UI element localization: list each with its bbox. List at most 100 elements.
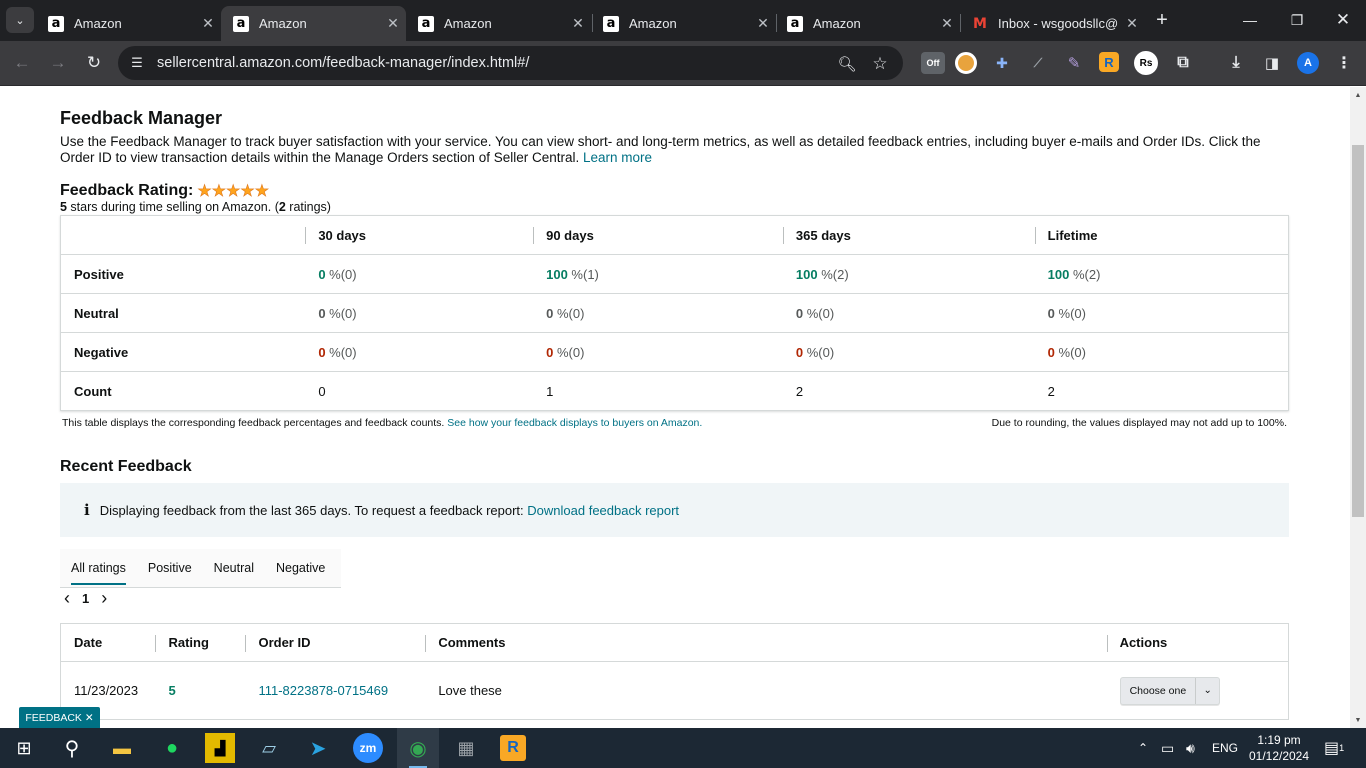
- close-tab-icon[interactable]: ✕: [1119, 15, 1145, 32]
- order-id-link[interactable]: 111-8223878-0715469: [258, 683, 388, 698]
- browser-tab[interactable]: a Amazon ✕: [36, 6, 221, 41]
- profile-avatar[interactable]: A: [1297, 52, 1319, 74]
- show-hidden-icons[interactable]: ⌃: [1138, 728, 1148, 768]
- zoom-icon[interactable]: 🔍︎: [837, 54, 857, 74]
- close-tab-icon[interactable]: ✕: [750, 15, 776, 32]
- tab-positive[interactable]: Positive: [137, 549, 203, 588]
- next-page-button[interactable]: ›: [101, 588, 107, 609]
- close-tab-icon[interactable]: ✕: [565, 15, 591, 32]
- close-window-icon[interactable]: ✕: [1331, 8, 1355, 32]
- extension-feather-icon[interactable]: ✎: [1063, 52, 1085, 74]
- intro-paragraph: Use the Feedback Manager to track buyer …: [60, 134, 1295, 166]
- windows-start-icon[interactable]: ⊞: [9, 733, 39, 763]
- tab-all-ratings[interactable]: All ratings: [60, 549, 137, 588]
- metrics-cell: 100 %(1): [533, 254, 783, 294]
- col-header-date[interactable]: Date: [60, 623, 156, 662]
- volume-icon[interactable]: 🔊︎: [1186, 728, 1195, 768]
- extension-rs-icon[interactable]: Rs: [1134, 51, 1158, 75]
- feedback-widget-button[interactable]: FEEDBACK ✕: [19, 707, 100, 728]
- extension-orange-icon[interactable]: [955, 52, 977, 74]
- telegram-icon[interactable]: ➤: [303, 733, 333, 763]
- browser-tab[interactable]: a Amazon ✕: [775, 6, 960, 41]
- extensions-puzzle-icon[interactable]: ⧉: [1172, 52, 1194, 74]
- extension-off-icon[interactable]: Off: [921, 52, 945, 74]
- extension-r-icon[interactable]: R: [1099, 52, 1119, 72]
- amazon-favicon-icon: a: [787, 15, 803, 32]
- r-app-icon[interactable]: R: [500, 735, 526, 761]
- metrics-cell: 0 %(0): [305, 293, 534, 333]
- rating-stars-value: 5: [60, 200, 67, 214]
- bookmark-star-icon[interactable]: ☆: [870, 54, 890, 74]
- browser-tab[interactable]: a Amazon ✕: [406, 6, 591, 41]
- feedback-rating-heading: Feedback Rating: ★★★★★: [60, 181, 269, 201]
- chrome-icon[interactable]: ◉: [403, 733, 433, 763]
- col-header-order-id[interactable]: Order ID: [245, 623, 426, 662]
- prev-page-button[interactable]: ‹: [64, 588, 70, 609]
- learn-more-link[interactable]: Learn more: [583, 150, 652, 165]
- metrics-note: This table displays the corresponding fe…: [62, 417, 702, 429]
- zoom-app-icon[interactable]: zm: [353, 733, 383, 763]
- browser-tab[interactable]: M Inbox - wsgoodsllc@ ✕: [960, 6, 1145, 41]
- download-icon[interactable]: ⤓: [1225, 52, 1247, 74]
- side-panel-icon[interactable]: ◨: [1261, 52, 1283, 74]
- tab-title: Amazon: [629, 16, 677, 31]
- buyer-display-link[interactable]: See how your feedback displays to buyers…: [447, 417, 702, 429]
- metrics-header-row: 30 days 90 days 365 days Lifetime: [60, 215, 1289, 255]
- metrics-cell: 0 %(0): [1034, 293, 1289, 333]
- col-header-actions: Actions: [1106, 623, 1289, 662]
- extension-puzzle-blue-icon[interactable]: ✚: [991, 52, 1013, 74]
- forward-icon[interactable]: →: [45, 50, 71, 76]
- back-icon[interactable]: ←: [9, 50, 35, 76]
- tab-negative[interactable]: Negative: [265, 549, 336, 588]
- download-report-link[interactable]: Download feedback report: [527, 503, 679, 518]
- amazon-favicon-icon: a: [233, 15, 249, 32]
- restore-icon[interactable]: ❐: [1285, 8, 1309, 32]
- sticky-notes-icon[interactable]: ▟: [205, 733, 235, 763]
- browser-menu-icon[interactable]: ⋮: [1333, 52, 1355, 74]
- metrics-cell: 100 %(2): [782, 254, 1035, 294]
- rating-summary-end: ratings): [285, 200, 331, 214]
- minimize-icon[interactable]: —: [1238, 8, 1262, 32]
- info-icon: i: [84, 501, 90, 519]
- language-indicator[interactable]: ENG: [1212, 728, 1238, 768]
- scroll-down-arrow-icon[interactable]: ▼: [1350, 712, 1366, 728]
- reload-icon[interactable]: ↻: [81, 50, 107, 76]
- tab-search-button[interactable]: ⌄: [6, 7, 34, 33]
- feedback-rating: 5: [155, 661, 246, 720]
- tab-title: Amazon: [444, 16, 492, 31]
- tab-title: Inbox - wsgoodsllc@: [998, 16, 1119, 31]
- file-explorer-icon[interactable]: ▬: [107, 733, 137, 763]
- notepad-icon[interactable]: ▱: [254, 733, 284, 763]
- notification-icon[interactable]: ▤ 1: [1324, 728, 1344, 768]
- browser-tab-active[interactable]: a Amazon ✕: [221, 6, 406, 41]
- close-tab-icon[interactable]: ✕: [195, 15, 221, 32]
- clock[interactable]: 1:19 pm 01/12/2024: [1249, 728, 1309, 768]
- page-scrollbar[interactable]: ▲ ▼: [1350, 87, 1366, 728]
- calculator-icon[interactable]: ▦: [451, 733, 481, 763]
- col-header-comments[interactable]: Comments: [425, 623, 1107, 662]
- actions-dropdown-label: Choose one: [1129, 684, 1187, 697]
- site-settings-icon[interactable]: ☰: [128, 54, 146, 72]
- network-icon[interactable]: ▭: [1161, 728, 1174, 768]
- search-icon[interactable]: ⚲: [57, 733, 87, 763]
- spotify-icon[interactable]: ●: [157, 733, 187, 763]
- browser-tab[interactable]: a Amazon ✕: [591, 6, 776, 41]
- feedback-table: Date Rating Order ID Comments Actions 11…: [60, 623, 1289, 720]
- url-text[interactable]: sellercentral.amazon.com/feedback-manage…: [157, 55, 529, 71]
- recent-feedback-title: Recent Feedback: [60, 458, 192, 475]
- metrics-cell: 0 %(0): [305, 332, 534, 372]
- current-page[interactable]: 1: [82, 591, 89, 606]
- close-tab-icon[interactable]: ✕: [380, 15, 406, 32]
- rounding-note: Due to rounding, the values displayed ma…: [991, 417, 1287, 429]
- extension-dark-icon[interactable]: ⟋: [1027, 52, 1049, 74]
- new-tab-button[interactable]: +: [1150, 8, 1174, 32]
- close-tab-icon[interactable]: ✕: [934, 15, 960, 32]
- tab-neutral[interactable]: Neutral: [203, 549, 265, 588]
- scroll-up-arrow-icon[interactable]: ▲: [1350, 87, 1366, 103]
- col-header-rating[interactable]: Rating: [155, 623, 246, 662]
- address-bar[interactable]: ☰ sellercentral.amazon.com/feedback-mana…: [118, 46, 903, 80]
- clock-time: 1:19 pm: [1257, 733, 1301, 747]
- actions-dropdown[interactable]: Choose one ⌄: [1119, 676, 1221, 705]
- metrics-cell: 0 %(0): [533, 332, 783, 372]
- scrollbar-thumb[interactable]: [1352, 145, 1364, 517]
